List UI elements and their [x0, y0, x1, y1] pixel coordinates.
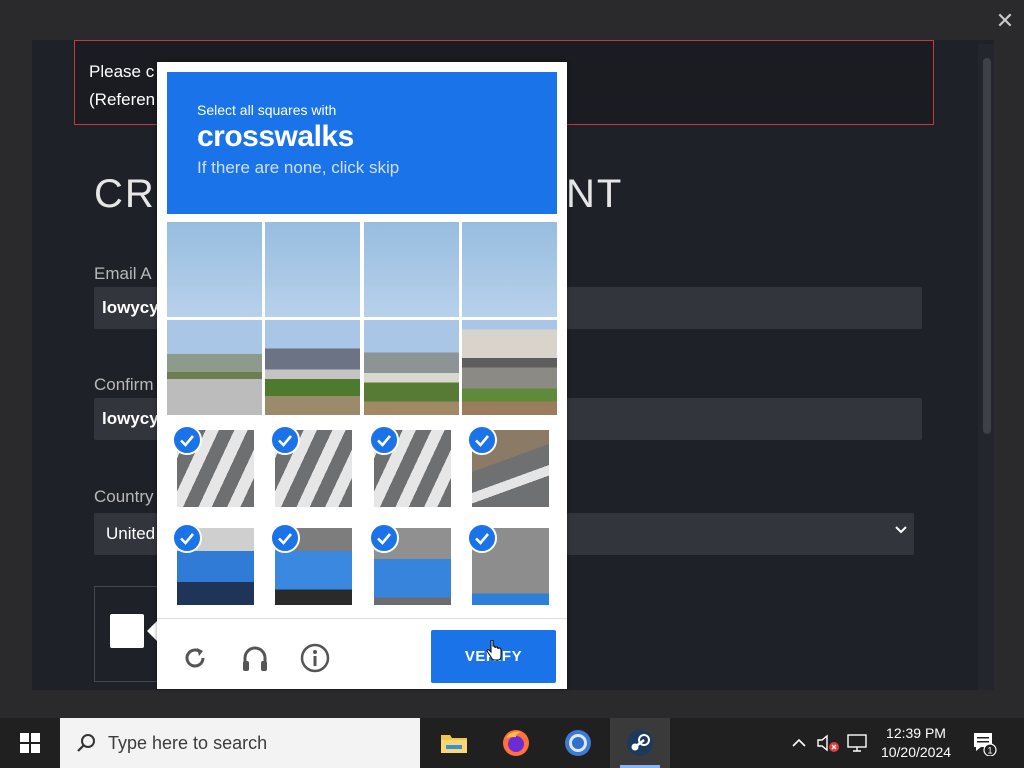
footer-divider: [157, 618, 567, 619]
mouse-pointer-icon: [486, 639, 502, 662]
captcha-tile[interactable]: [462, 222, 557, 317]
captcha-tile[interactable]: [167, 222, 262, 317]
reload-icon[interactable]: [177, 640, 213, 676]
network-icon[interactable]: [844, 718, 872, 768]
chevron-down-icon: [894, 522, 908, 541]
clock-date: 10/20/2024: [880, 744, 952, 760]
scrollbar-thumb[interactable]: [983, 58, 991, 434]
checkmark-icon: [172, 523, 202, 553]
taskbar: Type here to search 12:39 PM 10/20/2024 …: [0, 718, 1024, 768]
file-explorer-icon[interactable]: [424, 718, 484, 768]
chevron-up-icon[interactable]: [786, 718, 812, 768]
captcha-tile[interactable]: [364, 420, 459, 515]
tile-image: [265, 320, 360, 415]
captcha-tile[interactable]: [265, 420, 360, 515]
windows-start-icon[interactable]: [0, 718, 60, 768]
checkmark-icon: [369, 523, 399, 553]
captcha-tile[interactable]: [167, 320, 262, 415]
captcha-tile[interactable]: [265, 222, 360, 317]
page-title-end: NT: [566, 172, 624, 216]
captcha-tile[interactable]: [364, 518, 459, 613]
tile-image: [167, 320, 262, 415]
checkmark-icon: [369, 425, 399, 455]
tile-image: [265, 222, 360, 317]
headphones-icon[interactable]: [237, 640, 273, 676]
captcha-tile[interactable]: [462, 420, 557, 515]
captcha-tile-grid: [167, 222, 557, 614]
tile-image: [462, 320, 557, 415]
country-value: United: [106, 524, 156, 543]
tile-image: [364, 320, 459, 415]
captcha-tile[interactable]: [364, 320, 459, 415]
country-label: Country: [94, 487, 154, 506]
captcha-hint: If there are none, click skip: [197, 158, 400, 177]
captcha-tile[interactable]: [265, 518, 360, 613]
checkmark-icon: [270, 523, 300, 553]
checkmark-icon: [467, 425, 497, 455]
search-icon: [77, 734, 95, 752]
clock-time: 12:39 PM: [886, 725, 946, 741]
checkmark-icon: [270, 425, 300, 455]
captcha-instruction: Select all squares with: [197, 102, 337, 118]
search-placeholder: Type here to search: [108, 732, 268, 753]
captcha-challenge: Select all squares with crosswalks If th…: [157, 62, 567, 689]
checkmark-icon: [172, 425, 202, 455]
chrome-icon[interactable]: [548, 718, 608, 768]
notification-icon[interactable]: 1: [966, 718, 1002, 768]
captcha-tile[interactable]: [462, 320, 557, 415]
email-label: Email A: [94, 264, 152, 283]
steam-icon[interactable]: [610, 718, 670, 768]
confirm-email-label: Confirm: [94, 375, 154, 394]
captcha-tile[interactable]: [167, 518, 262, 613]
captcha-header: Select all squares with crosswalks If th…: [167, 72, 557, 214]
captcha-tile[interactable]: [462, 518, 557, 613]
system-clock[interactable]: 12:39 PM 10/20/2024: [870, 724, 962, 762]
tile-image: [167, 222, 262, 317]
close-icon[interactable]: ✕: [992, 8, 1018, 34]
volume-muted-icon[interactable]: [814, 718, 842, 768]
firefox-icon[interactable]: [486, 718, 546, 768]
page-title: CR: [94, 172, 156, 216]
checkmark-icon: [467, 523, 497, 553]
taskbar-search-box[interactable]: Type here to search: [60, 718, 420, 768]
info-icon[interactable]: [297, 640, 333, 676]
captcha-tile[interactable]: [167, 420, 262, 515]
captcha-target: crosswalks: [197, 120, 354, 153]
recaptcha-checkbox[interactable]: [110, 614, 144, 648]
tile-image: [462, 222, 557, 317]
notification-count: 1: [987, 746, 992, 756]
tile-image: [364, 222, 459, 317]
captcha-tile[interactable]: [265, 320, 360, 415]
captcha-tile[interactable]: [364, 222, 459, 317]
